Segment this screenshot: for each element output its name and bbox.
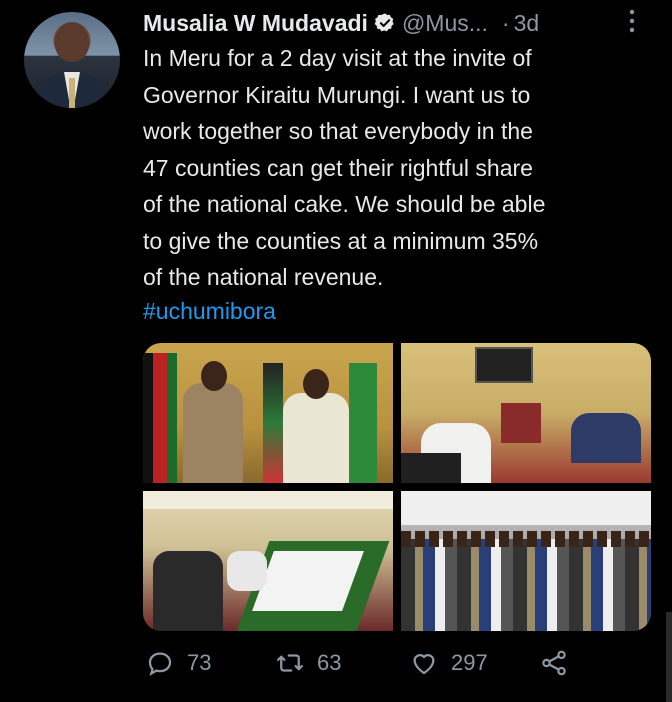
hashtag-link[interactable]: #uchumibora [143,298,276,325]
more-icon[interactable] [626,8,638,34]
like-button[interactable]: 297 [409,648,488,678]
tweet-text: In Meru for a 2 day visit at the invite … [143,45,546,290]
tweet-header: Musalia W Mudavadi @Mus... · 3d [143,8,539,38]
avatar-tie [69,78,75,108]
reply-button[interactable]: 73 [145,648,211,678]
avatar[interactable] [24,12,120,108]
like-icon [413,654,435,675]
share-button[interactable] [539,648,569,678]
reply-icon [148,652,172,676]
photo-2[interactable] [401,343,651,483]
share-icon [542,650,566,676]
reply-count: 73 [187,650,212,675]
scrollbar[interactable] [666,612,672,702]
tweet-actions: 73 63 297 [143,648,593,688]
timestamp[interactable]: 3d [514,10,540,37]
retweet-count: 63 [317,650,342,675]
retweet-button[interactable]: 63 [275,648,341,678]
photo-4[interactable] [401,491,651,631]
avatar-head [55,22,89,62]
photo-1[interactable] [143,343,393,483]
retweet-icon [277,654,303,672]
photo-3[interactable] [143,491,393,631]
author-name[interactable]: Musalia W Mudavadi [143,10,368,37]
separator-dot: · [501,9,510,36]
author-handle[interactable]: @Mus... [402,10,488,37]
like-count: 297 [451,650,488,675]
photo-grid[interactable] [143,343,651,631]
verified-icon [374,12,396,34]
